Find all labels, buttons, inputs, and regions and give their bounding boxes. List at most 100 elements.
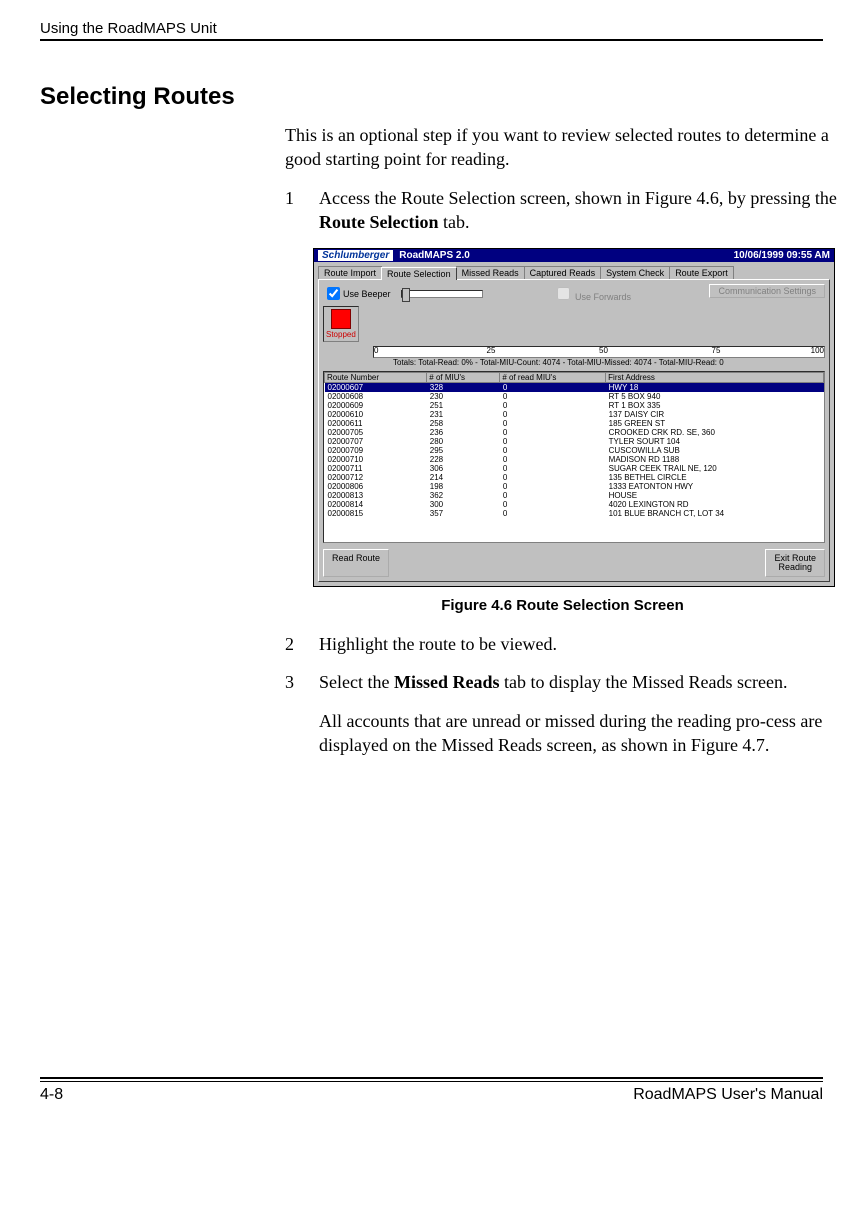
table-cell: 0 — [500, 437, 606, 446]
manual-title: RoadMAPS User's Manual — [633, 1086, 823, 1104]
table-cell: 230 — [427, 392, 500, 401]
table-cell: 02000610 — [325, 410, 427, 419]
figure-4-6: Schlumberger RoadMAPS 2.0 10/06/1999 09:… — [313, 248, 840, 587]
table-cell: 280 — [427, 437, 500, 446]
table-row[interactable]: 0200081430004020 LEXINGTON RD — [325, 500, 824, 509]
tab-missed-reads[interactable]: Missed Reads — [456, 266, 525, 279]
step-3: 3 Select the Missed Reads tab to display… — [285, 670, 840, 694]
table-cell: 4020 LEXINGTON RD — [606, 500, 824, 509]
table-row[interactable]: 020007102280MADISON RD 1188 — [325, 455, 824, 464]
totals-label: Totals: — [393, 358, 416, 367]
table-cell: 185 GREEN ST — [606, 419, 824, 428]
table-cell: 0 — [500, 455, 606, 464]
table-cell: 02000707 — [325, 437, 427, 446]
table-cell: 0 — [500, 446, 606, 455]
table-cell: 0 — [500, 428, 606, 437]
table-row[interactable]: 020007092950CUSCOWILLA SUB — [325, 446, 824, 455]
step-3-bold: Missed Reads — [394, 672, 500, 692]
table-cell: 101 BLUE BRANCH CT, LOT 34 — [606, 509, 824, 518]
step-2-text: Highlight the route to be viewed. — [319, 632, 557, 656]
step-1-text-c: tab. — [438, 212, 469, 232]
table-row[interactable]: 020006102310137 DAISY CIR — [325, 410, 824, 419]
step-3-text-a: Select the — [319, 672, 394, 692]
exit-l2: Reading — [778, 562, 812, 572]
use-beeper-label: Use Beeper — [343, 289, 391, 299]
stopped-label: Stopped — [326, 330, 356, 339]
table-row[interactable]: 020006092510RT 1 BOX 335 — [325, 401, 824, 410]
table-row[interactable]: 020008153570101 BLUE BRANCH CT, LOT 34 — [325, 509, 824, 518]
totals-text: Total-Read: 0% - Total-MIU-Count: 4074 -… — [418, 358, 723, 367]
table-cell: 0 — [500, 392, 606, 401]
table-cell: 357 — [427, 509, 500, 518]
table-cell: SUGAR CEEK TRAIL NE, 120 — [606, 464, 824, 473]
table-cell: 306 — [427, 464, 500, 473]
table-cell: 135 BETHEL CIRCLE — [606, 473, 824, 482]
running-head: Using the RoadMAPS Unit — [40, 20, 823, 39]
table-cell: 0 — [500, 410, 606, 419]
step-1-text-a: Access the Route Selection screen, shown… — [319, 188, 837, 208]
comm-settings-button[interactable]: Communication Settings — [709, 284, 825, 298]
table-cell: 198 — [427, 482, 500, 491]
table-cell: 0 — [500, 419, 606, 428]
table-cell: 02000608 — [325, 392, 427, 401]
screenshot-window: Schlumberger RoadMAPS 2.0 10/06/1999 09:… — [313, 248, 835, 587]
col-first-address[interactable]: First Address — [606, 373, 824, 383]
table-cell: 02000814 — [325, 500, 427, 509]
beeper-slider[interactable] — [401, 290, 483, 298]
step-1: 1 Access the Route Selection screen, sho… — [285, 186, 840, 235]
table-cell: 300 — [427, 500, 500, 509]
footer-rule-top — [40, 1077, 823, 1079]
table-cell: 362 — [427, 491, 500, 500]
route-table[interactable]: Route Number # of MIU's # of read MIU's … — [323, 371, 825, 543]
table-row[interactable]: 020008133620HOUSE — [325, 491, 824, 500]
read-route-button[interactable]: Read Route — [323, 549, 389, 577]
table-row[interactable]: 020007052360CROOKED CRK RD. SE, 360 — [325, 428, 824, 437]
table-cell: 258 — [427, 419, 500, 428]
table-cell: CROOKED CRK RD. SE, 360 — [606, 428, 824, 437]
col-read-miu[interactable]: # of read MIU's — [500, 373, 606, 383]
stop-icon — [331, 309, 351, 329]
table-cell: RT 5 BOX 940 — [606, 392, 824, 401]
table-row[interactable]: 0200080619801333 EATONTON HWY — [325, 482, 824, 491]
table-row[interactable]: 020006073280HWY 18 — [325, 383, 824, 393]
use-beeper-checkbox[interactable] — [327, 287, 340, 300]
tab-route-export[interactable]: Route Export — [669, 266, 734, 279]
table-cell: 1333 EATONTON HWY — [606, 482, 824, 491]
table-row[interactable]: 020006112580185 GREEN ST — [325, 419, 824, 428]
exit-route-reading-button[interactable]: Exit Route Reading — [765, 549, 825, 577]
timestamp: 10/06/1999 09:55 AM — [734, 250, 830, 261]
tab-route-selection[interactable]: Route Selection — [381, 267, 457, 280]
table-cell: 0 — [500, 383, 606, 393]
step-1-number: 1 — [285, 186, 319, 235]
col-miu-count[interactable]: # of MIU's — [427, 373, 500, 383]
tab-captured-reads[interactable]: Captured Reads — [524, 266, 602, 279]
tick-50: 50 — [599, 346, 608, 355]
table-cell: 0 — [500, 491, 606, 500]
table-cell: RT 1 BOX 335 — [606, 401, 824, 410]
table-cell: 0 — [500, 509, 606, 518]
table-cell: HOUSE — [606, 491, 824, 500]
header-rule — [40, 39, 823, 41]
tab-system-check[interactable]: System Check — [600, 266, 670, 279]
tick-25: 25 — [487, 346, 496, 355]
table-cell: 02000609 — [325, 401, 427, 410]
table-cell: 214 — [427, 473, 500, 482]
table-cell: TYLER SOURT 104 — [606, 437, 824, 446]
table-row[interactable]: 020007113060SUGAR CEEK TRAIL NE, 120 — [325, 464, 824, 473]
table-row[interactable]: 020006082300RT 5 BOX 940 — [325, 392, 824, 401]
step-2: 2 Highlight the route to be viewed. — [285, 632, 840, 656]
page-number: 4-8 — [40, 1086, 63, 1104]
col-route-number[interactable]: Route Number — [325, 373, 427, 383]
brand-logo: Schlumberger — [318, 250, 393, 261]
figure-caption: Figure 4.6 Route Selection Screen — [285, 597, 840, 614]
table-cell: 0 — [500, 473, 606, 482]
table-row[interactable]: 020007072800TYLER SOURT 104 — [325, 437, 824, 446]
table-cell: 02000705 — [325, 428, 427, 437]
table-cell: CUSCOWILLA SUB — [606, 446, 824, 455]
table-cell: MADISON RD 1188 — [606, 455, 824, 464]
table-row[interactable]: 020007122140135 BETHEL CIRCLE — [325, 473, 824, 482]
use-forwards-checkbox — [557, 287, 570, 300]
progress-bar: 0 25 50 75 100 — [373, 346, 825, 358]
tab-route-import[interactable]: Route Import — [318, 266, 382, 279]
table-cell: 137 DAISY CIR — [606, 410, 824, 419]
